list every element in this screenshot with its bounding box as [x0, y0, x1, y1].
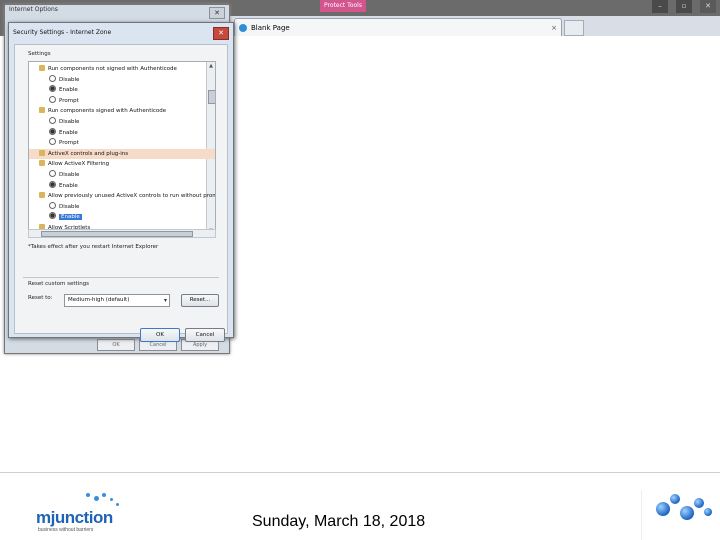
ie-logo-icon	[239, 24, 247, 32]
radio-button-icon[interactable]	[49, 138, 56, 146]
reset-group-label: Reset custom settings	[28, 281, 90, 287]
tab-close-icon[interactable]: ×	[551, 19, 557, 37]
settings-option-row[interactable]: Disable	[29, 117, 215, 127]
settings-row-label: Run components not signed with Authentic…	[48, 66, 177, 72]
decorative-spheres-icon	[641, 490, 720, 540]
settings-list[interactable]: ▲ ▼ Run components not signed with Authe…	[28, 61, 216, 236]
logo-tagline: business without barriers	[38, 527, 94, 533]
settings-row-label: Enable	[59, 214, 82, 221]
radio-button-icon[interactable]	[49, 95, 56, 103]
settings-gear-icon	[39, 107, 45, 114]
reset-group-divider	[23, 277, 219, 278]
settings-row-label: Enable	[59, 182, 78, 189]
internet-options-ok-button[interactable]: OK	[97, 339, 135, 351]
settings-gear-icon	[39, 65, 45, 71]
settings-category-row[interactable]: ActiveX controls and plug-ins	[29, 148, 215, 159]
settings-category-row[interactable]: Run components not signed with Authentic…	[29, 64, 215, 74]
settings-row-label: Run components signed with Authenticode	[48, 108, 167, 115]
dialog-close-button[interactable]: ✕	[213, 27, 229, 40]
settings-row-label: Disable	[59, 119, 80, 125]
maximize-button[interactable]: ▫	[676, 0, 692, 13]
settings-label: Settings	[28, 51, 51, 57]
settings-gear-icon	[39, 192, 45, 199]
internet-options-title: Internet Options	[9, 6, 58, 13]
settings-category-row[interactable]: Allow previously unused ActiveX controls…	[29, 191, 215, 201]
settings-row-label: ActiveX controls and plug-ins	[48, 150, 129, 157]
radio-button-icon[interactable]	[49, 201, 56, 209]
settings-category-row[interactable]: Allow ActiveX Filtering	[29, 159, 215, 169]
settings-row-label: Allow previously unused ActiveX controls…	[48, 193, 216, 200]
cancel-button[interactable]: Cancel	[185, 328, 225, 342]
reset-level-select[interactable]: Medium-high (default) ▾	[64, 294, 170, 307]
settings-row-label: Enable	[59, 129, 78, 136]
radio-button-icon[interactable]	[49, 180, 56, 188]
logo-text: mjunction	[36, 508, 113, 527]
restart-note: *Takes effect after you restart Internet…	[28, 244, 159, 250]
settings-option-row[interactable]: Prompt	[29, 95, 215, 106]
protect-tools-chip[interactable]: Protect Tools	[320, 0, 366, 12]
settings-option-row[interactable]: Enable	[29, 127, 215, 138]
settings-category-row[interactable]: Run components signed with Authenticode	[29, 106, 215, 116]
settings-gear-icon	[39, 160, 45, 167]
h-scroll-thumb[interactable]	[41, 231, 193, 237]
settings-row-label: Disable	[59, 76, 80, 83]
radio-button-icon[interactable]	[49, 170, 56, 177]
settings-row-label: Enable	[59, 87, 78, 94]
reset-level-value: Medium-high (default)	[68, 297, 130, 303]
tab-title: Blank Page	[251, 24, 290, 32]
settings-row-label: Prompt	[59, 97, 79, 104]
dialog-body: Settings ▲ ▼ Run components not signed w…	[14, 44, 228, 342]
slide-date: Sunday, March 18, 2018	[252, 513, 426, 530]
reset-to-label: Reset to:	[28, 295, 53, 301]
radio-button-icon[interactable]	[49, 117, 56, 124]
settings-option-row[interactable]: Enable	[29, 180, 215, 191]
ok-button[interactable]: OK	[140, 328, 180, 342]
settings-option-row[interactable]: Disable	[29, 170, 215, 180]
settings-option-row[interactable]: Disable	[29, 201, 215, 212]
footer-divider	[0, 472, 720, 473]
settings-option-row[interactable]: Disable	[29, 74, 215, 85]
radio-button-icon[interactable]	[49, 212, 56, 220]
close-window-button[interactable]: ✕	[700, 0, 716, 13]
settings-row-label: Prompt	[59, 140, 79, 147]
radio-button-icon[interactable]	[49, 74, 56, 82]
settings-option-row[interactable]: Enable	[29, 85, 215, 95]
minimize-button[interactable]: –	[652, 0, 668, 13]
settings-row-label: Allow ActiveX Filtering	[48, 161, 110, 168]
settings-option-row[interactable]: Prompt	[29, 138, 215, 148]
mjunction-logo: mjunction business without barriers	[34, 490, 122, 536]
dialog-title: Security Settings - Internet Zone	[13, 29, 112, 36]
internet-options-close-button[interactable]: ✕	[209, 7, 225, 19]
settings-option-row[interactable]: Enable	[29, 212, 215, 222]
settings-list-h-scrollbar[interactable]	[28, 229, 216, 238]
security-settings-dialog: Security Settings - Internet Zone ✕ Sett…	[8, 22, 234, 342]
tab-blank-page[interactable]: Blank Page ×	[234, 18, 562, 37]
settings-row-label: Disable	[59, 172, 80, 178]
tab-bar: Blank Page ×	[228, 16, 720, 37]
new-tab-button[interactable]	[564, 20, 584, 36]
radio-button-icon[interactable]	[49, 85, 56, 93]
settings-row-label: Disable	[59, 203, 80, 210]
radio-button-icon[interactable]	[49, 127, 56, 135]
reset-button[interactable]: Reset...	[181, 294, 219, 307]
settings-gear-icon	[39, 149, 45, 156]
chevron-down-icon: ▾	[163, 297, 167, 304]
